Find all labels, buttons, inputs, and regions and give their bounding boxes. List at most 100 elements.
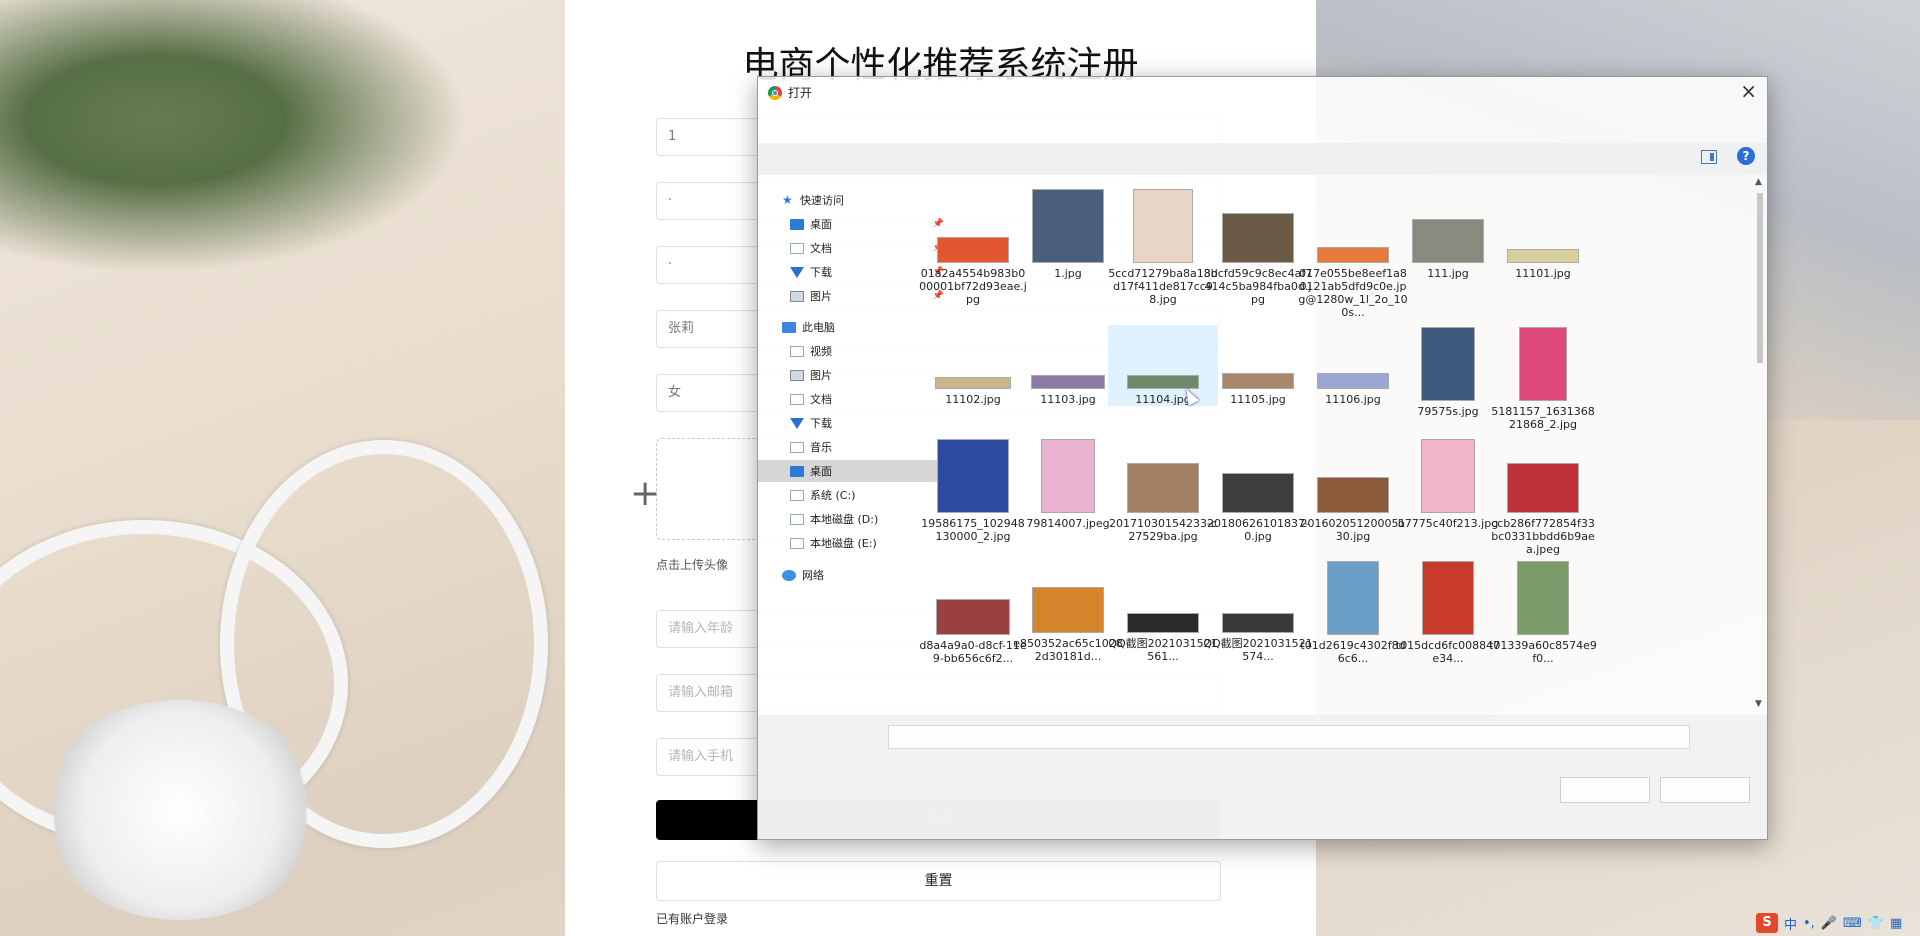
file-item[interactable]: t015dcd6fc008847e34... — [1393, 559, 1503, 665]
ime-chinese-icon[interactable]: 中 — [1784, 914, 1797, 933]
file-item[interactable]: 19586175_102948130000_2.jpg — [918, 437, 1028, 543]
nav-label: 本地磁盘 (D:) — [810, 513, 879, 526]
file-name: d8a4a9a0-d8cf-11e9-bb656c6f2... — [919, 639, 1027, 665]
pictures-icon — [790, 369, 804, 381]
documents-icon — [790, 393, 804, 405]
ime-punctuation-icon[interactable]: •, — [1803, 916, 1815, 931]
toolbox-icon[interactable]: ▦ — [1890, 916, 1902, 931]
file-thumbnail — [1519, 327, 1567, 401]
nav-label: 视频 — [810, 345, 832, 358]
sogou-icon[interactable]: S — [1756, 913, 1778, 933]
upload-hint: 点击上传头像 — [656, 558, 729, 572]
file-name: b7775c40f213.jpg — [1397, 517, 1499, 530]
file-name: 5ccd71279ba8a13bd17f411de817cc98.jpg — [1108, 267, 1218, 306]
close-icon[interactable]: × — [1740, 79, 1757, 103]
filename-input[interactable] — [888, 725, 1690, 749]
file-name: ccb286f772854f33bc0331bbdd6b9aea.jpeg — [1491, 517, 1595, 556]
nav-label: 桌面 — [810, 218, 832, 231]
pictures-icon — [790, 290, 804, 302]
file-thumbnail — [1507, 249, 1579, 263]
file-thumbnail — [1327, 561, 1379, 635]
dialog-titlebar: 打开 — [768, 84, 812, 101]
computer-icon — [782, 321, 796, 333]
file-thumbnail — [1222, 373, 1294, 389]
file-item[interactable]: 11102.jpg — [918, 325, 1028, 406]
file-item[interactable]: QQ截图2021031521574... — [1203, 559, 1313, 663]
file-item[interactable]: 20180626101837-0.jpg — [1203, 437, 1313, 543]
drive-icon — [790, 537, 804, 549]
file-item[interactable]: 79814007.jpeg — [1013, 437, 1123, 530]
file-thumbnail — [937, 237, 1009, 263]
login-link[interactable]: 已有账户登录 — [656, 910, 728, 927]
nav-this-pc[interactable]: 此电脑 — [758, 316, 938, 338]
file-item[interactable]: 11101.jpg — [1488, 187, 1598, 280]
file-item[interactable]: 11106.jpg — [1298, 325, 1408, 406]
file-thumbnail — [937, 439, 1009, 513]
file-thumbnail — [1421, 327, 1475, 401]
file-thumbnail — [1317, 477, 1389, 513]
nav-label: 本地磁盘 (E:) — [810, 537, 877, 550]
file-thumbnail — [1422, 561, 1474, 635]
file-item[interactable]: t01339a60c8574e9f0... — [1488, 559, 1598, 665]
file-item[interactable]: 111.jpg — [1393, 187, 1503, 280]
nav-label: 文档 — [810, 393, 832, 406]
file-item[interactable]: ccb286f772854f33bc0331bbdd6b9aea.jpeg — [1488, 437, 1598, 556]
file-item[interactable]: 5181157_163136821868_2.jpg — [1488, 325, 1598, 431]
file-thumbnail — [936, 599, 1010, 635]
file-name: 20171030154233-c27529ba.jpg — [1109, 517, 1217, 543]
nav-label: 音乐 — [810, 441, 832, 454]
file-item[interactable]: b7775c40f213.jpg — [1393, 437, 1503, 530]
file-item[interactable]: t01d2619c4302f8d6c6... — [1298, 559, 1408, 665]
file-item[interactable]: d8a4a9a0-d8cf-11e9-bb656c6f2... — [918, 559, 1028, 665]
file-item[interactable]: 01a2a4554b983b000001bf72d93eae.jpg — [918, 187, 1028, 306]
file-scrollbar[interactable]: ▲ ▼ — [1755, 175, 1765, 715]
file-item[interactable]: e850352ac65c10282d30181d... — [1013, 559, 1123, 663]
nav-network[interactable]: 网络 — [758, 564, 938, 586]
dialog-toolbar — [758, 143, 1767, 175]
chevron-down-icon[interactable]: ▼ — [1755, 699, 1762, 709]
navigation-pane: ★ 快速访问 桌面 📌 文档 📌 下载 📌 图片 📌 此电脑 — [758, 189, 946, 749]
file-item[interactable]: 20160205120005130.jpg — [1298, 437, 1408, 543]
nav-label: 系统 (C:) — [810, 489, 856, 502]
file-item[interactable]: 5ccd71279ba8a13bd17f411de817cc98.jpg — [1108, 187, 1218, 306]
nav-quick-access[interactable]: ★ 快速访问 — [758, 189, 938, 211]
chevron-up-icon[interactable]: ▲ — [1755, 177, 1762, 187]
file-thumbnail — [1032, 189, 1104, 263]
background-plant — [0, 0, 520, 300]
download-icon — [790, 417, 804, 429]
file-item[interactable]: 11103.jpg — [1013, 325, 1123, 406]
file-item[interactable]: 79575s.jpg — [1393, 325, 1503, 418]
open-button[interactable] — [1560, 777, 1650, 803]
file-name: e850352ac65c10282d30181d... — [1013, 637, 1123, 663]
preview-pane-icon[interactable] — [1701, 150, 1717, 164]
file-name: 11105.jpg — [1230, 393, 1286, 406]
file-item[interactable]: QQ截图2021031521561... — [1108, 559, 1218, 663]
file-thumbnail — [1127, 613, 1199, 633]
plus-icon: + — [630, 473, 661, 514]
nav-label: 图片 — [810, 290, 832, 303]
keyboard-icon[interactable]: ⌨ — [1843, 916, 1862, 931]
dialog-title: 打开 — [788, 86, 813, 100]
file-name: 79814007.jpeg — [1026, 517, 1110, 530]
skin-icon[interactable]: 👕 — [1868, 916, 1884, 931]
file-thumbnail — [935, 377, 1011, 389]
file-item[interactable]: 8dcfd59c9c8ec4af7414c5ba984fba0d.jpg — [1203, 187, 1313, 306]
file-item[interactable]: 20171030154233-c27529ba.jpg — [1108, 437, 1218, 543]
reset-button[interactable]: 重置 — [656, 861, 1221, 901]
nav-label: 图片 — [810, 369, 832, 382]
file-name: t015dcd6fc008847e34... — [1395, 639, 1501, 665]
documents-icon — [790, 242, 804, 254]
file-name: 79575s.jpg — [1417, 405, 1479, 418]
file-item[interactable]: 11104.jpg — [1108, 325, 1218, 406]
file-item[interactable]: 017e055be8eef1a80121ab5dfd9c0e.jpg@1280w… — [1298, 187, 1408, 319]
scrollbar-thumb[interactable] — [1757, 193, 1763, 363]
file-item[interactable]: 1.jpg — [1013, 187, 1123, 280]
network-icon — [782, 569, 796, 581]
file-item[interactable]: 11105.jpg — [1203, 325, 1313, 406]
file-thumbnail — [1421, 439, 1475, 513]
cancel-button[interactable] — [1660, 777, 1750, 803]
file-name: 20160205120005130.jpg — [1300, 517, 1406, 543]
microphone-icon[interactable]: 🎤 — [1821, 916, 1837, 931]
file-thumbnail — [1041, 439, 1095, 513]
help-icon[interactable]: ? — [1737, 147, 1755, 165]
